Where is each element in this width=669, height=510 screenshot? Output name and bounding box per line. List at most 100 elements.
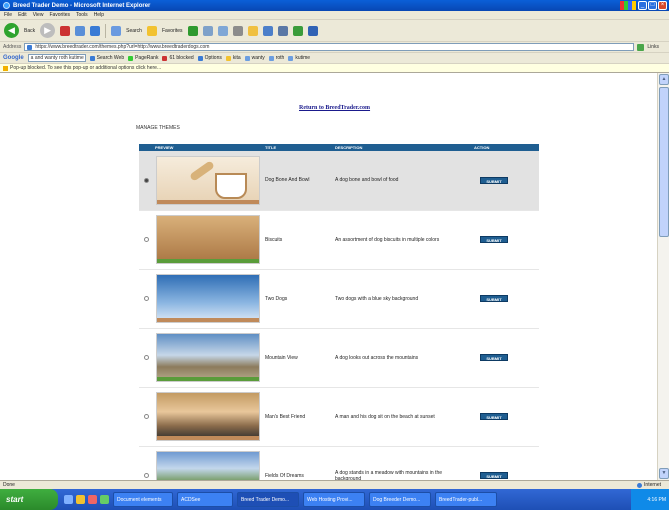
table-row: Mountain View A dog looks out across the…	[139, 328, 539, 388]
task-button[interactable]: Breed Trader Demo...	[237, 492, 299, 507]
submit-button[interactable]: SUBMIT	[480, 176, 508, 184]
preview-strip	[157, 436, 259, 440]
start-button[interactable]: start	[0, 489, 58, 510]
submit-button[interactable]: SUBMIT	[480, 413, 508, 420]
theme-radio[interactable]	[144, 473, 149, 478]
search-web-label: Search Web	[96, 55, 125, 61]
favorites-label[interactable]: Favorites	[162, 28, 183, 34]
highlight-item-3[interactable]: roth	[268, 55, 284, 61]
submit-button[interactable]: SUBMIT	[480, 295, 508, 302]
clock[interactable]: 4:16 PM	[647, 497, 666, 503]
options-label: Options	[204, 55, 222, 61]
task-button[interactable]: ACDSee	[177, 492, 233, 507]
theme-radio[interactable]	[144, 296, 149, 301]
search-icon[interactable]	[111, 25, 122, 36]
theme-preview-image	[156, 274, 260, 323]
research-icon[interactable]	[292, 25, 303, 36]
menu-view[interactable]: View	[33, 12, 44, 18]
submit-button[interactable]: SUBMIT	[480, 236, 508, 243]
address-input[interactable]: https://www.breedtrader.com/themes.php?u…	[24, 43, 635, 51]
highlight-item-1[interactable]: kita	[225, 55, 241, 61]
theme-description: A man and his dog sit on the beach at su…	[333, 387, 472, 447]
preview-strip	[157, 377, 259, 381]
theme-radio[interactable]	[144, 414, 149, 419]
media-quicklaunch-icon[interactable]	[88, 495, 97, 504]
links-label[interactable]: Links	[647, 44, 659, 50]
task-button[interactable]: Dog Breeder Demo...	[369, 492, 431, 507]
section-label: MANAGE THEMES	[136, 125, 180, 131]
theme-description: An assortment of dog biscuits in multipl…	[333, 210, 472, 270]
messenger-icon[interactable]	[277, 25, 288, 36]
vertical-scrollbar[interactable]: ▲ ▼	[657, 73, 669, 480]
table-row: Fields Of Dreams A dog stands in a meado…	[139, 446, 539, 480]
task-button[interactable]: BreedTrader-publ...	[435, 492, 497, 507]
close-button[interactable]: ×	[658, 1, 667, 10]
theme-description: A dog bone and bowl of food	[333, 151, 472, 211]
search-web-button[interactable]: Search Web	[89, 55, 125, 61]
edit-icon[interactable]	[262, 25, 273, 36]
table-row: Dog Bone And Bowl A dog bone and bowl of…	[139, 151, 539, 211]
highlight-item-4[interactable]: kutime	[288, 55, 310, 61]
highlight-item-2[interactable]: wanty	[244, 55, 265, 61]
options-button[interactable]: Options	[197, 55, 222, 61]
scrollbar-thumb[interactable]	[659, 87, 669, 237]
status-bar: Done Internet	[0, 480, 669, 489]
forward-arrow-icon[interactable]: ▶	[40, 23, 56, 38]
submit-button[interactable]: SUBMIT	[480, 472, 508, 479]
folder-quicklaunch-icon[interactable]	[76, 495, 85, 504]
windows-flag-icon	[620, 1, 636, 10]
menu-edit[interactable]: Edit	[18, 12, 27, 18]
popup-blocker-button[interactable]: 61 blocked	[162, 55, 194, 61]
search-label[interactable]: Search	[126, 28, 142, 34]
favorites-star-icon[interactable]	[146, 25, 157, 36]
scroll-down-arrow-icon[interactable]: ▼	[659, 468, 669, 479]
action-cell: SUBMIT	[472, 387, 539, 447]
submit-button[interactable]: SUBMIT	[480, 354, 508, 361]
popup-warning-icon	[3, 65, 8, 71]
google-search-icon	[89, 55, 95, 61]
scroll-up-arrow-icon[interactable]: ▲	[659, 74, 669, 85]
row-select-cell	[139, 269, 153, 329]
header-title: TITLE	[263, 144, 333, 151]
back-label[interactable]: Back	[24, 28, 35, 34]
maximize-button[interactable]: □	[648, 1, 657, 10]
folder-icon[interactable]	[247, 25, 258, 36]
menu-file[interactable]: File	[4, 12, 12, 18]
highlight-label-4: kutime	[295, 55, 311, 61]
menu-help[interactable]: Help	[94, 12, 104, 18]
pagerank-button[interactable]: PageRank	[128, 55, 158, 61]
stop-icon[interactable]	[60, 25, 71, 36]
header-action: ACTION	[472, 144, 539, 151]
menu-favorites[interactable]: Favorites	[49, 12, 70, 18]
back-arrow-icon[interactable]: ◀	[4, 23, 19, 38]
address-label: Address	[3, 44, 22, 50]
media-icon[interactable]	[187, 25, 198, 36]
task-button[interactable]: Web Hosting Provi...	[303, 492, 365, 507]
task-button[interactable]: Document elements	[113, 492, 173, 507]
information-bar[interactable]: Pop-up blocked. To see this pop-up or ad…	[0, 64, 669, 73]
address-bar: Address https://www.breedtrader.com/them…	[0, 42, 669, 53]
print-icon[interactable]	[232, 25, 243, 36]
theme-preview-image	[156, 155, 260, 205]
minimize-button[interactable]: _	[638, 1, 647, 10]
mail-icon[interactable]	[217, 25, 228, 36]
return-link[interactable]: Return to BreedTrader.com	[299, 105, 370, 111]
ie-quicklaunch-icon[interactable]	[64, 495, 73, 504]
app-quicklaunch-icon[interactable]	[100, 495, 109, 504]
themes-table: PREVIEW TITLE DESCRIPTION ACTION Dog Bon…	[139, 144, 539, 480]
refresh-icon[interactable]	[75, 25, 86, 36]
menu-tools[interactable]: Tools	[76, 12, 88, 18]
home-icon[interactable]	[90, 25, 101, 36]
theme-radio[interactable]	[144, 355, 149, 360]
header-preview: PREVIEW	[153, 144, 263, 151]
theme-radio[interactable]	[144, 177, 149, 183]
google-search-input[interactable]: a and wanty roth kutime	[27, 54, 86, 62]
page-content: Return to BreedTrader.com MANAGE THEMES …	[0, 73, 669, 480]
highlight-icon	[225, 55, 231, 61]
quick-launch	[64, 495, 109, 504]
google-logo[interactable]: Google	[3, 55, 24, 61]
theme-radio[interactable]	[144, 237, 149, 242]
go-arrow-icon[interactable]	[637, 43, 645, 51]
history-icon[interactable]	[202, 25, 213, 36]
discuss-icon[interactable]	[307, 25, 318, 36]
